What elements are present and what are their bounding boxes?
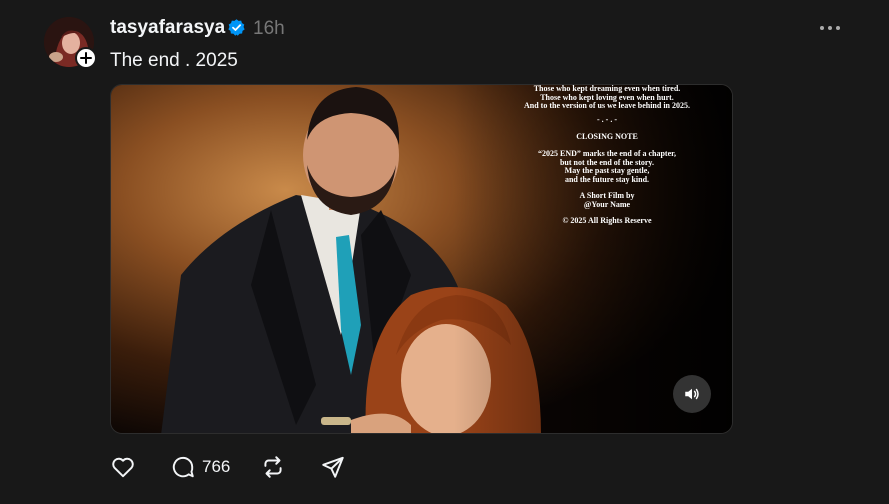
post-timestamp[interactable]: 16h [253,18,285,40]
post-caption: The end . 2025 [110,50,238,71]
post-video[interactable]: Those who kept dreaming even when tired.… [110,84,733,434]
overlay-copyright: © 2025 All Rights Reserve [562,216,652,225]
overlay-line: @Your Name [583,199,631,209]
overlay-divider: - . - . - [597,115,617,124]
avatar[interactable] [44,17,97,69]
overlay-heading: CLOSING NOTE [576,132,638,141]
plus-icon [80,52,92,64]
verified-badge-icon [228,19,245,36]
overlay-line: and the future stay kind. [564,174,650,184]
heart-icon [112,457,134,478]
speaker-icon [685,388,699,400]
overlay-line: And to the version of us we leave behind… [523,101,690,110]
thread-post: tasyafarasya 16h The end . 2025 Those wh… [0,0,889,504]
repost-button[interactable] [260,454,286,480]
follow-button[interactable] [75,47,97,69]
username-link[interactable]: tasyafarasya [110,17,225,39]
like-button[interactable] [110,454,136,480]
mute-toggle-button[interactable] [673,375,711,413]
share-button[interactable] [320,454,346,480]
comment-icon [172,456,194,478]
reply-count: 766 [202,457,231,476]
repost-icon [264,456,282,478]
more-icon[interactable] [818,18,842,38]
send-icon [322,456,344,478]
reply-button[interactable]: 766 [170,454,230,480]
